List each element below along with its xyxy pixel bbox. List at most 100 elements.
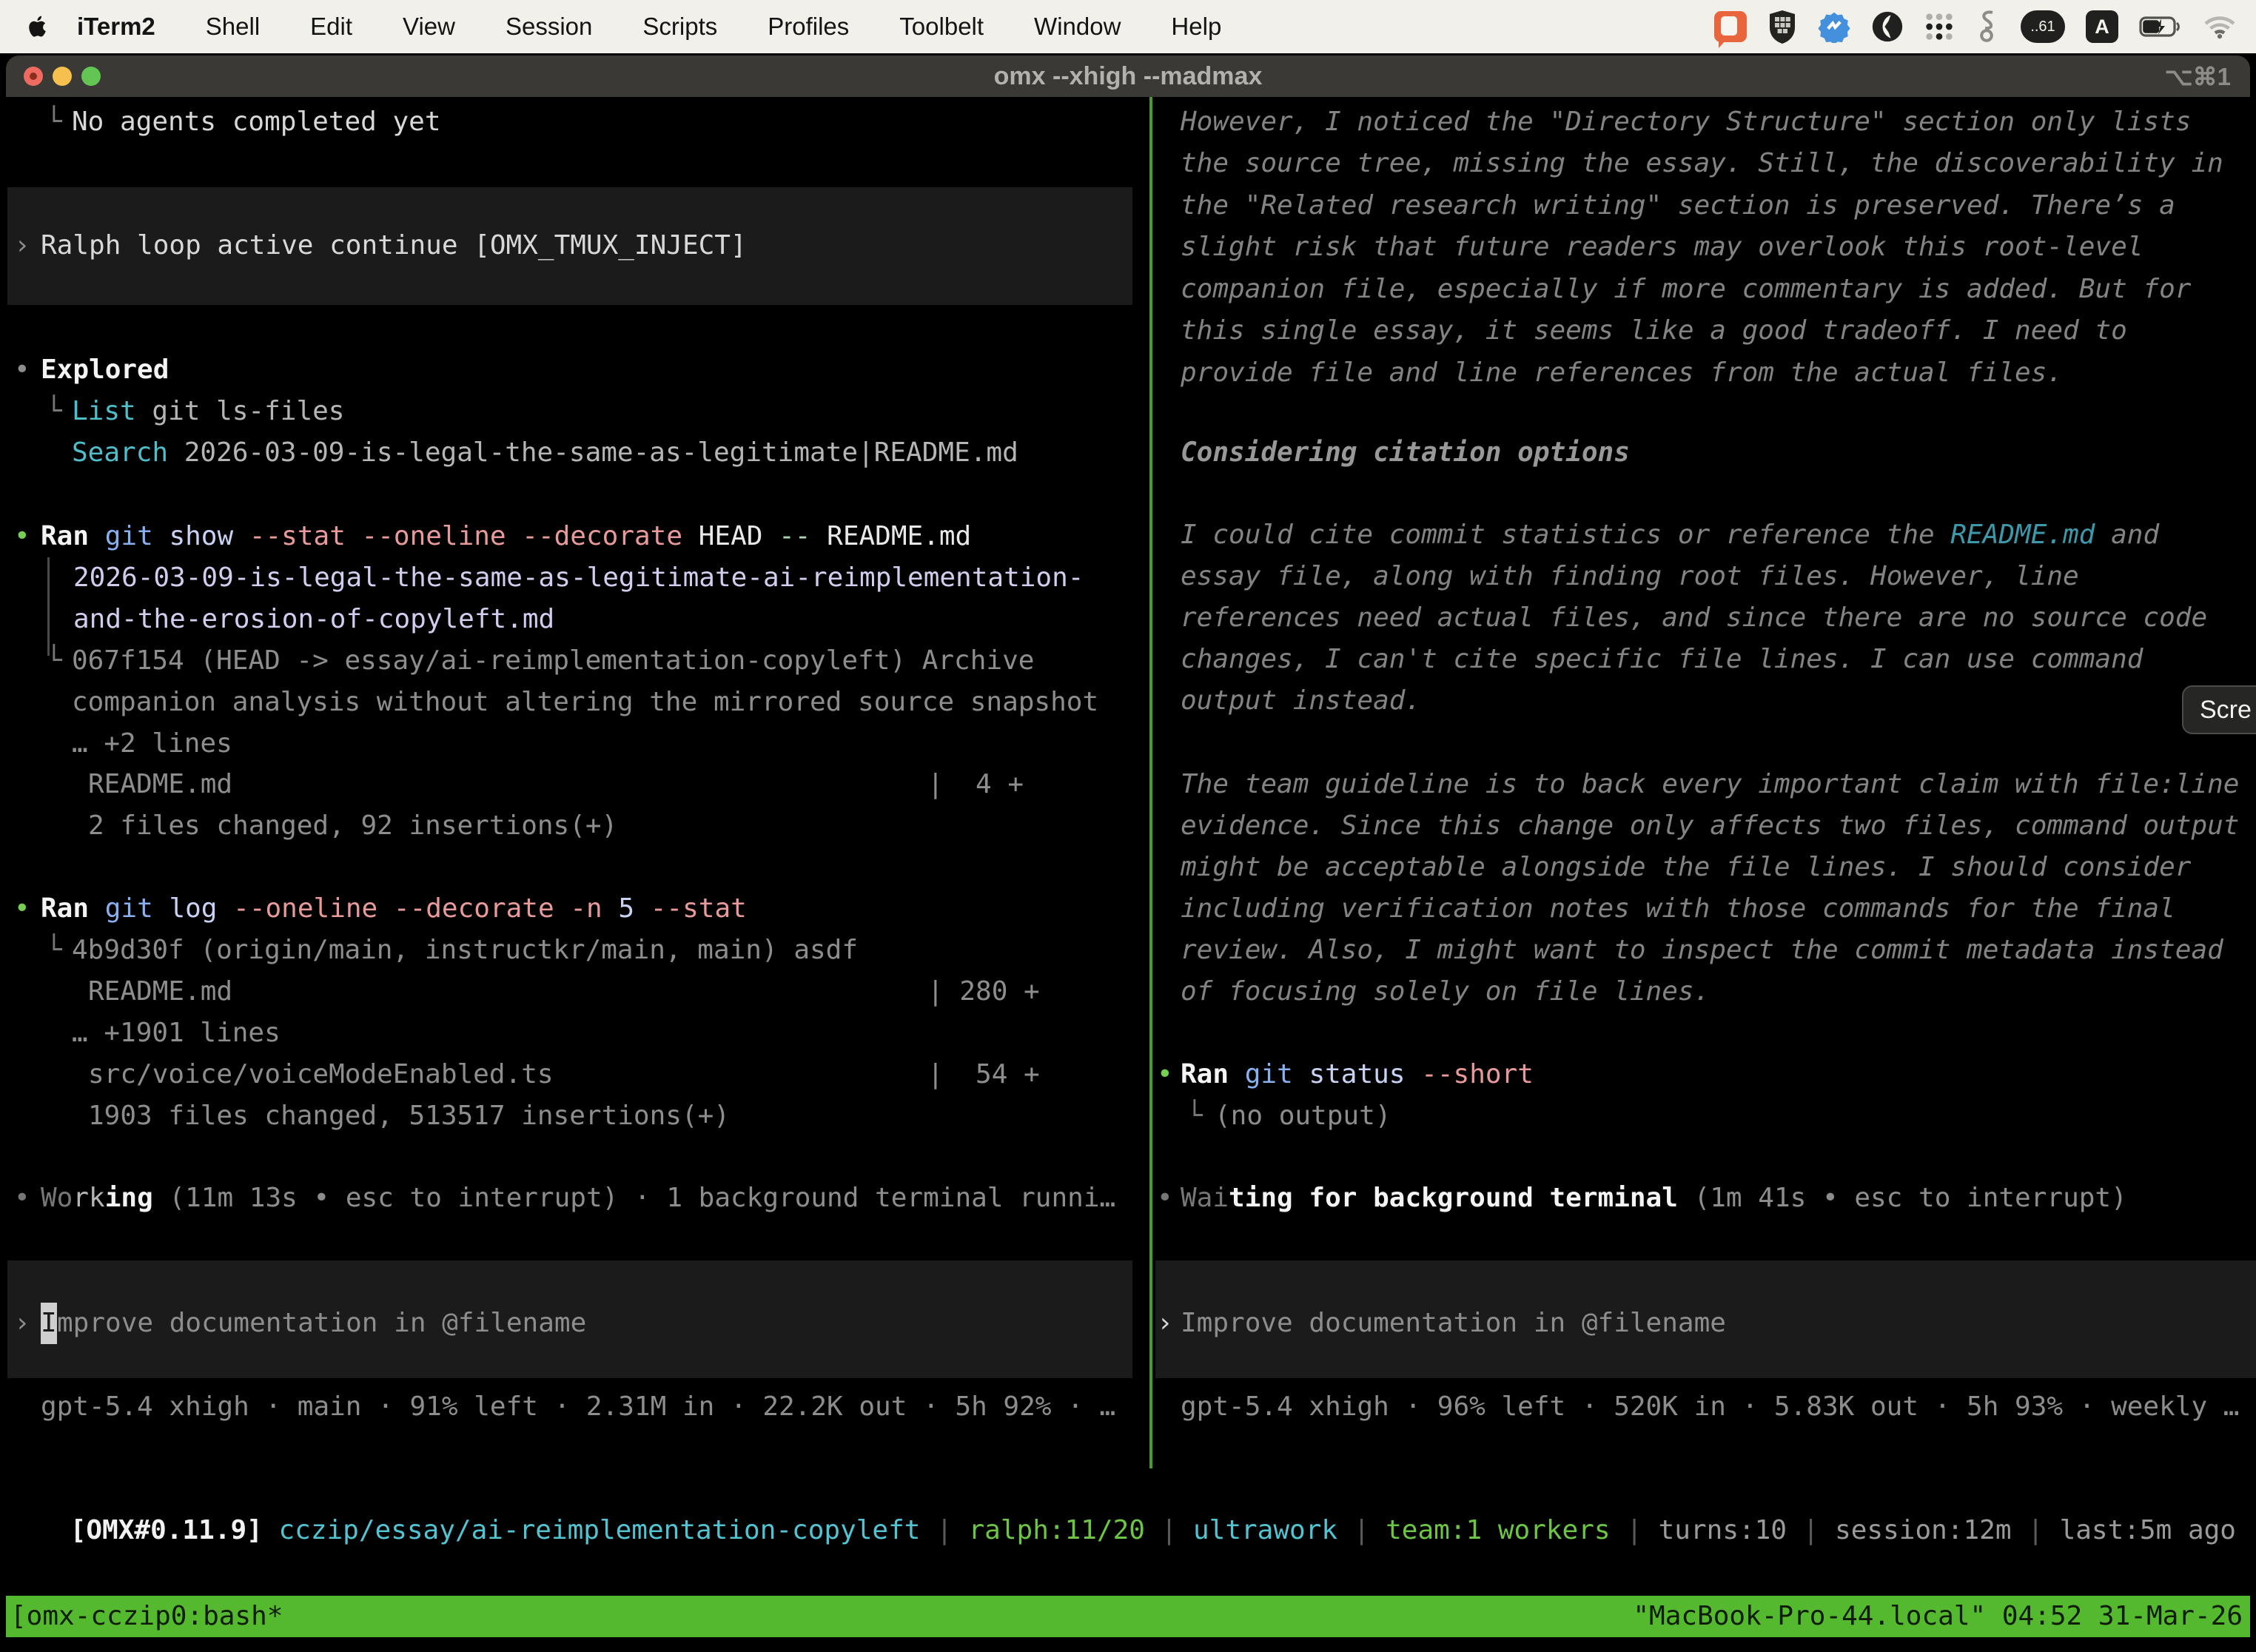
tmux-hostname: "MacBook-Pro-44.local" [1633,1601,1986,1631]
menu-status-icons: ..61 A [1714,10,2237,44]
git-show-arg-row: and-the-erosion-of-copyleft.md [0,599,1149,640]
window-title: omx --xhigh --madmax [994,62,1263,91]
chat-app-icon[interactable] [1714,11,1747,42]
tmux-time: 04:52 [2002,1601,2082,1631]
tree-corner-icon: └ [46,930,62,971]
close-button[interactable] [24,67,43,86]
menu-item-window[interactable]: Window [1009,13,1146,41]
menu-item-toolbelt[interactable]: Toolbelt [874,13,1009,41]
readme-link[interactable]: README.md [1950,520,2095,550]
waiting-status-row: • Waiting for background terminal (1m 41… [1155,1178,2256,1219]
reasoning-paragraph-line: evidence. Since this change only affects… [1181,805,2239,847]
bullet-icon: • [14,349,30,391]
tmux-date: 31-Mar-26 [2098,1601,2243,1631]
right-model-status-line: gpt-5.4 xhigh · 96% left · 520K in · 5.8… [1155,1386,2256,1428]
battery-icon[interactable] [2139,16,2182,37]
git-show-output-row: └ 067f154 (HEAD -> essay/ai-reimplementa… [0,640,1149,682]
reasoning-paragraph-line: companion file, especially if more comme… [1181,269,2191,310]
blue-badge-icon[interactable] [1818,10,1850,43]
wifi-icon[interactable] [2203,14,2237,39]
omx-status-bar: [OMX#0.11.9]cczip/essay/ai-reimplementat… [6,1468,2256,1510]
explored-list-row: └ Listgit ls-files [0,391,1149,432]
git-log-output-row: … +1901 lines [0,1013,1149,1054]
reasoning-paragraph-line: references need actual files, and since … [1181,597,2207,639]
reasoning-paragraph-line: However, I noticed the "Directory Struct… [1181,101,2191,143]
reasoning-paragraph-line: I could cite commit statistics or refere… [1181,514,2159,556]
omx-version: [OMX#0.11.9] [70,1515,263,1545]
left-terminal-pane[interactable]: └ No agents completed yet › Ralph loop a… [0,97,1149,1468]
reasoning-paragraph-line: output instead. [1181,680,1421,722]
left-prompt-input[interactable]: › Improve documentation in @filename [0,1303,1149,1344]
menu-item-session[interactable]: Session [480,13,617,41]
git-log-filestat-row: src/voice/voiceModeEnabled.ts | 54 + [0,1054,1149,1095]
omx-branch: cczip/essay/ai-reimplementation-copyleft [278,1515,920,1545]
reasoning-paragraph-line: slight risk that future readers may over… [1181,226,2143,268]
reasoning-paragraph-line: essay file, along with finding root file… [1181,556,2079,597]
agents-note-row: └ No agents completed yet [0,101,1149,143]
right-prompt-input[interactable]: › Improve documentation in @filename [1155,1303,2256,1344]
reasoning-paragraph-line: review. Also, I might want to inspect th… [1181,930,2223,971]
git-show-filestat-row: README.md | 4 + [0,764,1149,805]
bullet-icon: • [14,1178,30,1219]
menu-item-scripts[interactable]: Scripts [617,13,742,41]
squiggle-icon[interactable] [1975,10,2000,44]
omx-turns: turns:10 [1659,1515,1787,1545]
git-log-filestat-row: README.md | 280 + [0,971,1149,1013]
bullet-icon: • [1157,1054,1173,1095]
omx-mode: ultrawork [1193,1515,1337,1545]
git-show-output-row: companion analysis without altering the … [0,682,1149,723]
git-status-command-row: • Rangitstatus--short [1155,1054,2256,1095]
omx-last-activity: last:5m ago [2060,1515,2236,1545]
tree-corner-icon: └ [46,391,62,432]
window-title-bar[interactable]: omx --xhigh --madmax ⌥⌘1 [6,56,2250,97]
tree-corner-icon: └ [46,101,62,143]
apple-icon[interactable] [25,14,47,39]
git-show-arg-row: 2026-03-09-is-legal-the-same-as-legitima… [0,557,1149,599]
reasoning-paragraph-line: of focusing solely on file lines. [1181,971,1710,1013]
tmux-status-bar: [omx-cczip0:bash* "MacBook-Pro-44.local"… [6,1596,2250,1637]
ralph-banner-row: › Ralph loop active continue [OMX_TMUX_I… [0,225,1149,266]
prompt-chevron-icon: › [14,1303,30,1344]
counter-badge[interactable]: ..61 [2021,10,2065,43]
git-show-summary-row: 2 files changed, 92 insertions(+) [0,805,1149,847]
menu-item-profiles[interactable]: Profiles [742,13,874,41]
dark-disc-icon[interactable] [1871,10,1904,43]
pane-divider[interactable] [1149,97,1152,1468]
menu-bar: iTerm2 Shell Edit View Session Scripts P… [0,0,2256,53]
git-log-output-row: └ 4b9d30f (origin/main, instructkr/main,… [0,930,1149,971]
git-log-command-row: • Rangitlog--oneline --decorate-n5--stat [0,888,1149,930]
zoom-button[interactable] [81,67,101,86]
screen: iTerm2 Shell Edit View Session Scripts P… [0,0,2256,1652]
screen-share-overlay-button[interactable]: Scre [2182,685,2256,734]
right-terminal-pane[interactable]: However, I noticed the "Directory Struct… [1155,97,2256,1468]
no-output-row: └ (no output) [1155,1095,2256,1137]
tmux-host-clock: "MacBook-Pro-44.local" 04:52 31-Mar-26 [1633,1596,2243,1637]
reasoning-paragraph-line: provide file and line references from th… [1181,352,2063,394]
menu-item-shell[interactable]: Shell [181,13,285,41]
dots-grid-icon[interactable] [1924,12,1954,41]
minimize-button[interactable] [53,67,72,86]
bullet-icon: • [14,888,30,930]
menu-item-edit[interactable]: Edit [285,13,377,41]
bullet-icon: • [1157,1178,1173,1219]
menu-item-view[interactable]: View [377,13,480,41]
reasoning-paragraph-line: including verification notes with those … [1181,888,2175,930]
reasoning-paragraph-line: the source tree, missing the essay. Stil… [1181,143,2223,184]
left-model-status-line: gpt-5.4 xhigh · main · 91% left · 2.31M … [0,1386,1149,1428]
menu-item-app[interactable]: iTerm2 [77,13,181,41]
prompt-chevron-icon: › [14,225,30,266]
reasoning-paragraph-line: might be acceptable alongside the file l… [1181,847,2191,888]
tree-corner-icon: └ [1186,1095,1203,1137]
git-show-output-row: … +2 lines [0,723,1149,765]
reasoning-heading: Considering citation options [1181,432,1630,474]
reasoning-paragraph-line: The team guideline is to back every impo… [1181,764,2239,805]
menu-item-help[interactable]: Help [1146,13,1246,41]
tmux-session-label[interactable]: [omx-cczip0:bash* [10,1596,283,1637]
omx-ralph-counter: ralph:11/20 [969,1515,1145,1545]
working-status-row: • Working (11m 13s • esc to interrupt) ·… [0,1178,1149,1219]
reasoning-paragraph-line: this single essay, it seems like a good … [1181,310,2127,352]
shield-icon[interactable] [1767,10,1797,44]
input-source-icon[interactable]: A [2086,10,2118,43]
traffic-lights [24,67,101,86]
bullet-icon: • [14,516,30,557]
